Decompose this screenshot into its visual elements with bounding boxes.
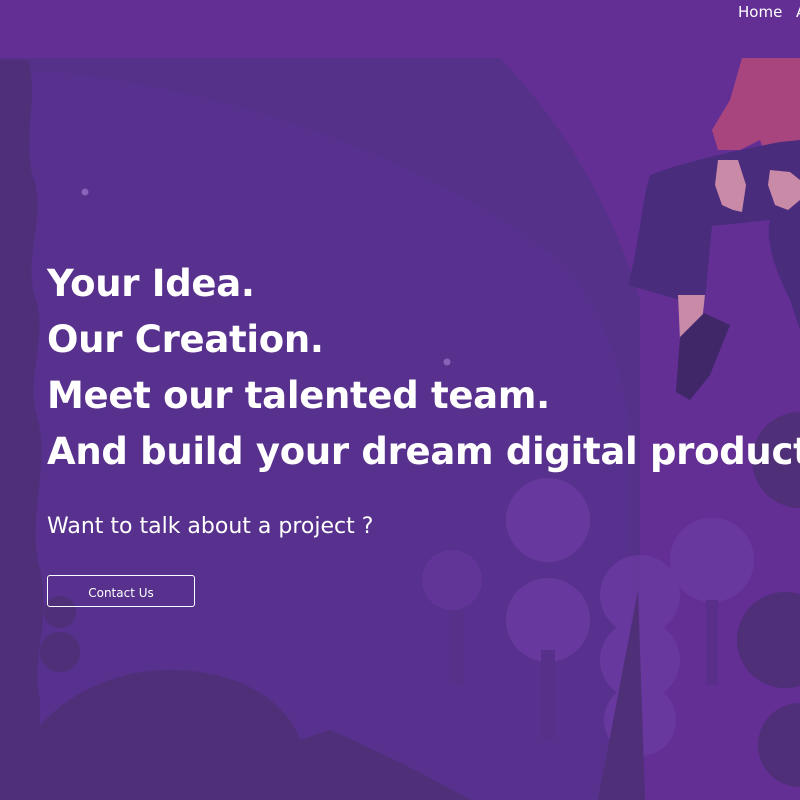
hero-headline: Your Idea. Our Creation. Meet our talent…: [47, 256, 800, 480]
hero-subtitle: Want to talk about a project ?: [47, 514, 374, 539]
background-bush: [758, 703, 800, 787]
landing-page: Home A Your Idea. Our Creation. Meet our…: [0, 0, 800, 800]
top-navigation: Home A: [0, 0, 800, 24]
contact-us-button[interactable]: Contact Us: [47, 575, 195, 607]
headline-line-3: Meet our talented team.: [47, 374, 550, 417]
background-dot: [81, 188, 89, 196]
headline-line-1: Your Idea.: [47, 262, 255, 305]
background-bush-small: [40, 632, 80, 672]
background-bush: [737, 592, 800, 688]
nav-link-about[interactable]: A: [796, 3, 800, 21]
headline-line-4: And build your dream digital products.: [47, 430, 800, 473]
headline-line-2: Our Creation.: [47, 318, 324, 361]
nav-link-home[interactable]: Home: [738, 3, 782, 21]
